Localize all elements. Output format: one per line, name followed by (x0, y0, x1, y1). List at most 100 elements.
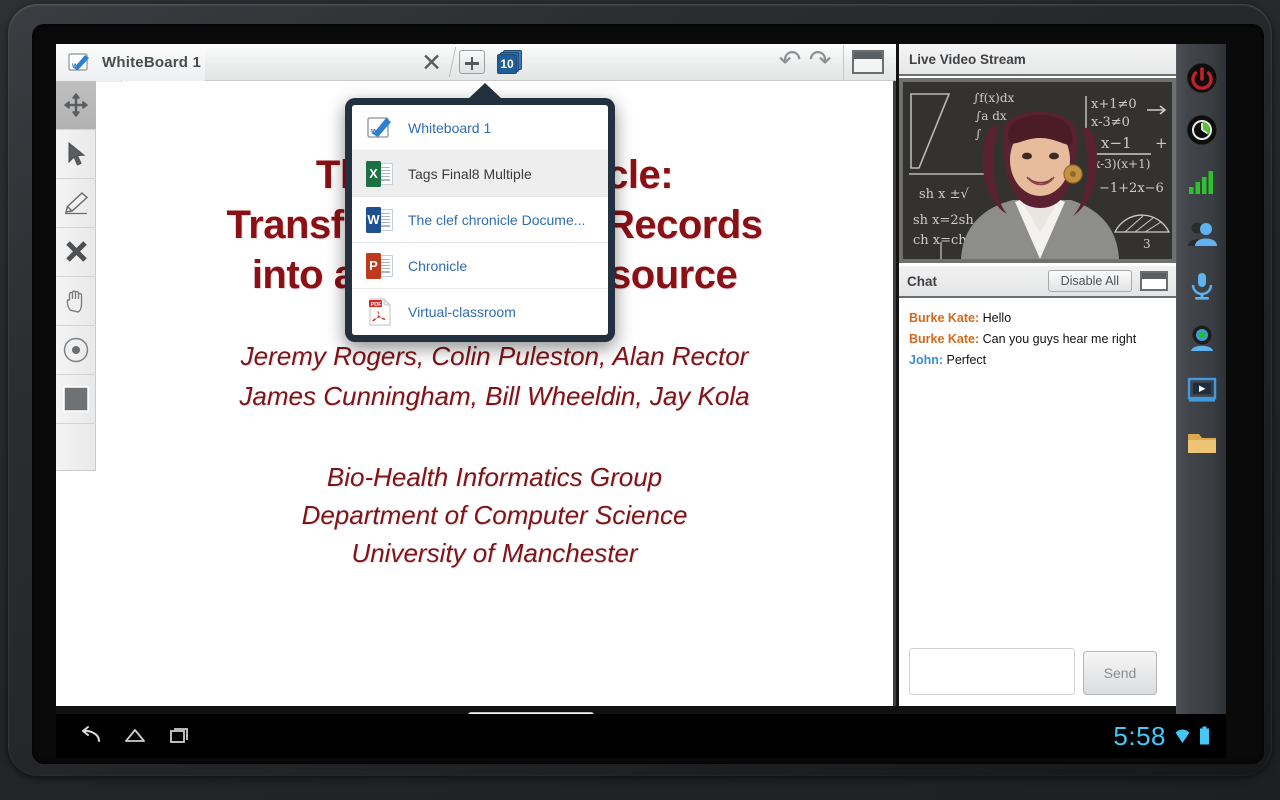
whiteboard-icon: w (366, 113, 394, 143)
status-area: 5:58 (1113, 721, 1210, 752)
popover-list: w Whiteboard 1 X Tags Final8 Multiple W … (352, 105, 608, 335)
chat-text: Can you guys hear me right (982, 332, 1137, 346)
send-button[interactable]: Send (1083, 651, 1157, 695)
recent-apps-icon[interactable] (160, 717, 198, 755)
tab-count-button[interactable]: 10 (497, 49, 523, 75)
chat-message: Burke Kate: Can you guys hear me right (909, 329, 1166, 350)
whiteboard-icon: w (68, 51, 92, 73)
chat-message: Burke Kate: Hello (909, 308, 1166, 329)
power-button[interactable] (1184, 60, 1220, 96)
powerpoint-icon: P (366, 251, 394, 281)
back-arrow-icon[interactable] (72, 717, 110, 755)
svg-text:−1+2x−6: −1+2x−6 (1099, 181, 1164, 196)
svg-text:x+1≠0: x+1≠0 (1091, 97, 1137, 112)
svg-text:PDF: PDF (371, 302, 382, 308)
chat-message-list[interactable]: Burke Kate: Hello Burke Kate: Can you gu… (899, 300, 1176, 676)
slide-affiliation-line-3: University of Manchester (351, 538, 638, 568)
popover-item-whiteboard-1[interactable]: w Whiteboard 1 (352, 105, 608, 151)
svg-text:∫f(x)dx: ∫f(x)dx (973, 91, 1015, 105)
new-tab-button[interactable] (459, 50, 486, 74)
right-sidebar: Live Video Stream ∫f(x)dx ∫a dx ∫ x+1≠0 … (899, 44, 1176, 706)
chat-text: Hello (982, 311, 1012, 325)
pencil-tool[interactable] (56, 179, 96, 228)
popover-item-tags-final8-multiple[interactable]: X Tags Final8 Multiple (352, 151, 608, 197)
popover-item-label: Whiteboard 1 (408, 119, 492, 136)
video-panel-header: Live Video Stream (899, 44, 1176, 76)
chat-message: John: Perfect (909, 350, 1166, 371)
popover-item-label: Chronicle (408, 257, 468, 274)
popover-item-virtual-classroom[interactable]: PDF Virtual-classroom (352, 289, 608, 335)
microphone-button[interactable] (1184, 268, 1220, 304)
slide-authors-line-1: Jeremy Rogers, Colin Puleston, Alan Rect… (240, 341, 749, 371)
tab-whiteboard-1[interactable]: w WhiteBoard 1 (56, 44, 206, 81)
pdf-icon: PDF (366, 297, 394, 327)
svg-text:+: + (1155, 134, 1168, 152)
chat-panel-header: Chat Disable All (899, 266, 1176, 298)
files-button[interactable] (1184, 424, 1220, 460)
right-dock (1176, 44, 1226, 714)
svg-text:(x-3)(x+1): (x-3)(x+1) (1089, 157, 1150, 171)
slide-authors-line-2: James Cunningham, Bill Wheeldin, Jay Kol… (239, 381, 750, 411)
restore-window-button[interactable] (852, 50, 884, 74)
point-tool[interactable] (56, 326, 96, 375)
svg-text:3: 3 (1143, 237, 1151, 251)
close-tab-button[interactable]: ✕ (413, 50, 450, 75)
video-panel-title: Live Video Stream (909, 51, 1026, 67)
color-tool[interactable] (56, 375, 96, 424)
tablet-device: w WhiteBoard 1 ✕ 10 ↶ ↷ Records into Res… (0, 0, 1280, 800)
svg-text:∫: ∫ (975, 127, 982, 141)
chat-sender: Burke Kate: (909, 311, 980, 325)
popover-item-label: Virtual-classroom (408, 304, 516, 320)
delete-tool[interactable] (56, 228, 96, 277)
media-button[interactable] (1184, 372, 1220, 408)
slide-affiliation-line-2: Department of Computer Science (301, 500, 688, 530)
popover-item-the-clef-chronicle-document[interactable]: W The clef chronicle Docume... (352, 197, 608, 243)
tab-title: WhiteBoard 1 (102, 53, 202, 71)
chat-panel-title: Chat (907, 273, 937, 289)
svg-text:ch x=ch: ch x=ch (913, 233, 967, 248)
excel-icon: X (366, 159, 394, 189)
signal-button[interactable] (1184, 164, 1220, 200)
svg-text:sh x=2sh: sh x=2sh (913, 213, 974, 228)
chat-input-row: Send (899, 648, 1176, 706)
popover-arrow (468, 83, 502, 99)
popover-item-label: The clef chronicle Docume... (408, 211, 586, 228)
clock-label: 5:58 (1113, 720, 1166, 751)
home-icon[interactable] (116, 717, 154, 755)
chat-sender: Burke Kate: (909, 332, 980, 346)
popover-item-chronicle[interactable]: P Chronicle (352, 243, 608, 289)
redo-button[interactable]: ↷ (805, 47, 835, 77)
drawing-toolbar (56, 81, 96, 471)
screen: w WhiteBoard 1 ✕ 10 ↶ ↷ Records into Res… (56, 44, 1226, 758)
users-button[interactable] (1184, 216, 1220, 252)
webcam-button[interactable] (1184, 320, 1220, 356)
whiteboard-tabbar: w WhiteBoard 1 ✕ 10 ↶ ↷ (56, 44, 896, 81)
chat-input[interactable] (909, 648, 1075, 695)
android-navigation-bar: 5:58 (56, 714, 1226, 758)
chat-sender: John: (909, 353, 944, 367)
chat-text: Perfect (946, 353, 987, 367)
pan-tool[interactable] (56, 277, 96, 326)
undo-button[interactable]: ↶ (775, 47, 805, 77)
chat-restore-window-button[interactable] (1140, 271, 1168, 291)
document-switcher-popover[interactable]: w Whiteboard 1 X Tags Final8 Multiple W … (345, 83, 615, 342)
toolbar-divider (843, 44, 844, 80)
slide-affiliation-line-1: Bio-Health Informatics Group (326, 462, 663, 492)
battery-icon (1199, 726, 1210, 746)
slide-authors: Jeremy Rogers, Colin Puleston, Alan Rect… (96, 336, 893, 416)
wifi-icon (1173, 727, 1192, 746)
disable-all-button[interactable]: Disable All (1047, 270, 1132, 292)
app-window: w WhiteBoard 1 ✕ 10 ↶ ↷ Records into Res… (56, 44, 1226, 741)
move-tool[interactable] (56, 81, 96, 130)
slide-affiliation: Bio-Health Informatics Group Department … (96, 458, 893, 572)
svg-text:x-3≠0: x-3≠0 (1091, 115, 1130, 130)
svg-text:x−1: x−1 (1101, 134, 1132, 152)
select-tool[interactable] (56, 130, 96, 179)
video-stream-container[interactable]: ∫f(x)dx ∫a dx ∫ x+1≠0 x-3≠0 x−1 (x-3)(x+… (899, 78, 1176, 263)
history-button[interactable] (1184, 112, 1220, 148)
svg-text:sh x ±√: sh x ±√ (919, 187, 970, 202)
tab-count-label: 10 (500, 56, 514, 71)
svg-text:∫a dx: ∫a dx (975, 109, 1007, 123)
word-icon: W (366, 205, 394, 235)
video-stream-image: ∫f(x)dx ∫a dx ∫ x+1≠0 x-3≠0 x−1 (x-3)(x+… (903, 82, 1172, 259)
